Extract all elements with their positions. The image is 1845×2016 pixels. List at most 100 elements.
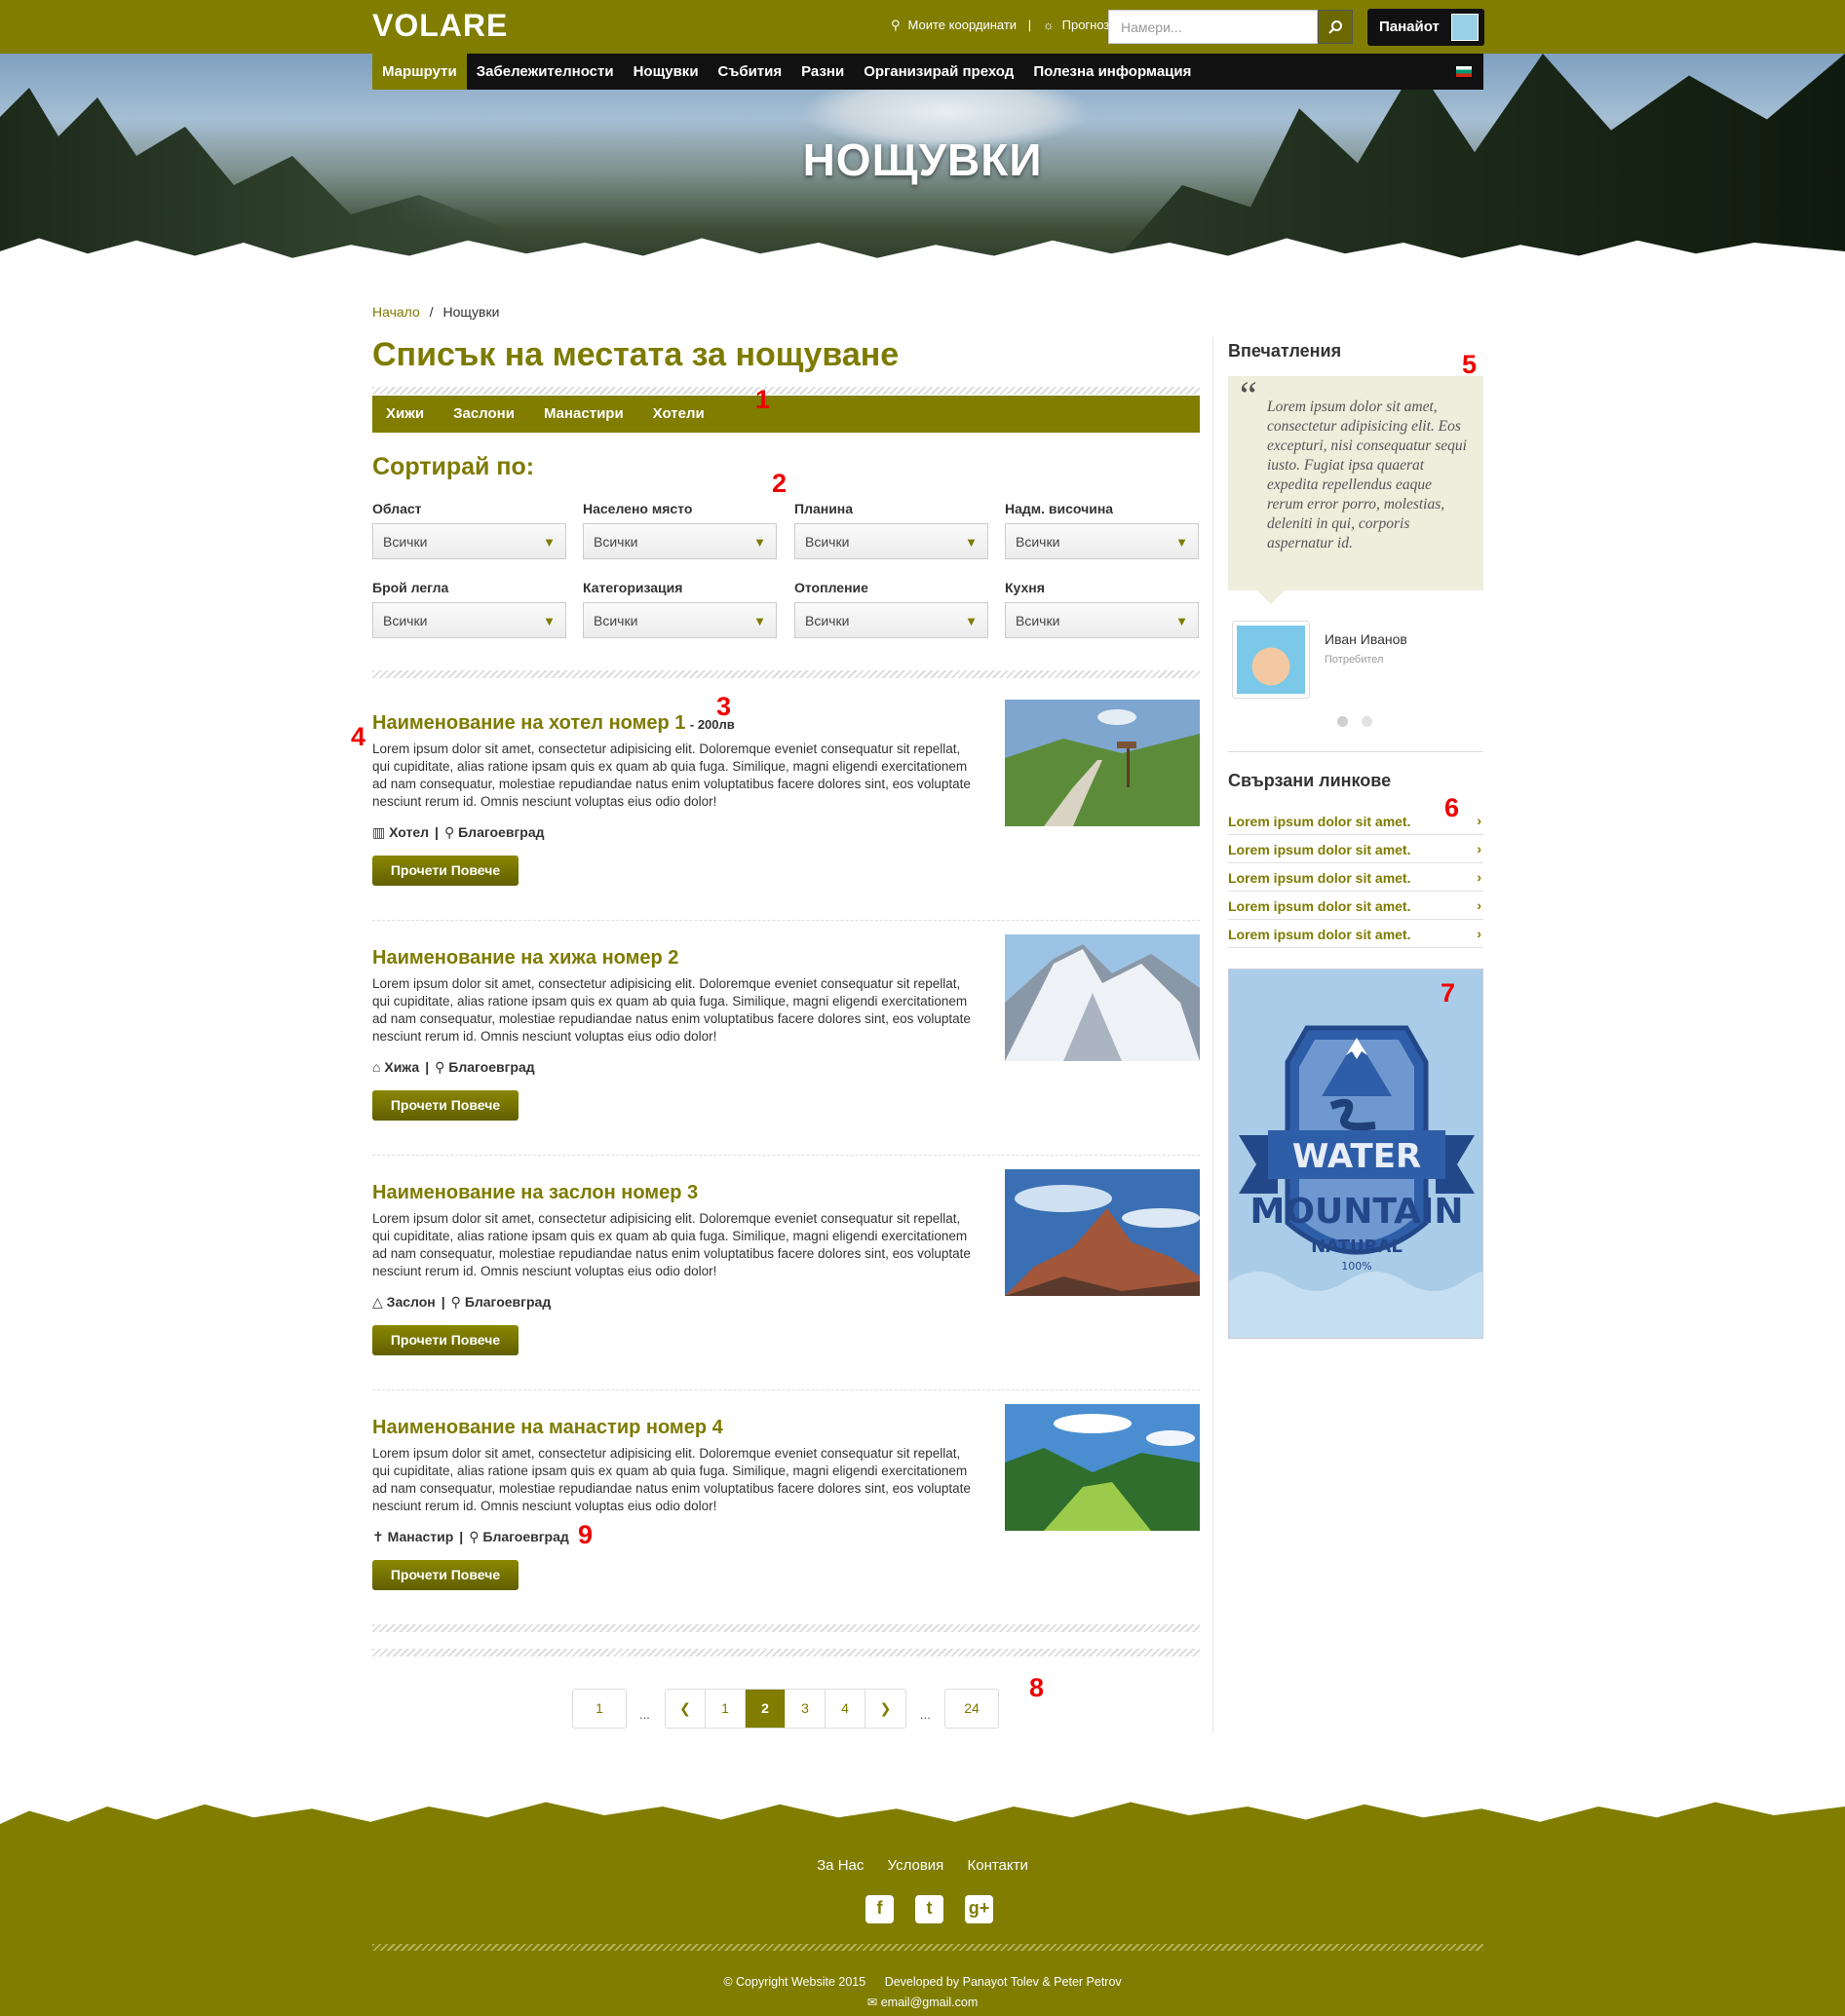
filter-value: Всички <box>594 613 638 628</box>
listing-title[interactable]: Наименование на манастир номер 4 <box>372 1417 723 1438</box>
related-link[interactable]: Lorem ipsum dolor sit amet. › <box>1228 920 1483 948</box>
pagination-last[interactable]: 24 <box>944 1689 999 1729</box>
listing-title[interactable]: Наименование на хотел номер 1 <box>372 712 685 734</box>
chevron-right-icon: › <box>1477 813 1481 828</box>
breadcrumb: Начало / Нощувки <box>372 304 499 320</box>
annotation-number: 2 <box>772 469 788 498</box>
nav-item-sights[interactable]: Забележителности <box>467 54 624 90</box>
main-nav: Маршрути Забележителности Нощувки Събити… <box>372 54 1483 90</box>
page-last[interactable]: 24 <box>945 1690 998 1728</box>
page-number[interactable]: 4 <box>826 1690 865 1728</box>
listing-thumbnail[interactable] <box>1005 1404 1200 1531</box>
pagination: ❮ 1 2 3 4 ❯ <box>665 1689 906 1729</box>
tent-icon: △ <box>372 1294 383 1310</box>
map-pin-icon: ⚲ <box>450 1294 461 1310</box>
filter-label: Брой легла <box>372 580 449 595</box>
tab-hotels[interactable]: Хотели <box>653 396 719 433</box>
tab-shelters[interactable]: Заслони <box>453 396 529 433</box>
related-links-list: Lorem ipsum dolor sit amet. › Lorem ipsum… <box>1228 807 1483 948</box>
listing-location: Благоевград <box>482 1529 569 1544</box>
twitter-icon[interactable]: t <box>915 1895 943 1923</box>
next-page-button[interactable]: ❯ <box>865 1690 905 1728</box>
footer-links: За Нас Условия Контакти <box>0 1857 1845 1874</box>
top-bar: VOLARE ⚲ Моите координати | ☼ Прогноза Нам… <box>0 0 1845 54</box>
testimonial-author: Иван Иванов <box>1325 631 1407 647</box>
related-link[interactable]: Lorem ipsum dolor sit amet. › <box>1228 892 1483 920</box>
link-label: Lorem ipsum dolor sit amet. <box>1228 898 1411 914</box>
google-plus-icon[interactable]: g+ <box>965 1895 993 1923</box>
page-number[interactable]: 3 <box>786 1690 826 1728</box>
site-logo[interactable]: VOLARE <box>372 8 508 44</box>
email-link[interactable]: email@gmail.com <box>881 1996 979 2009</box>
listing-thumbnail[interactable] <box>1005 1169 1200 1296</box>
facebook-icon[interactable]: f <box>865 1895 894 1923</box>
filter-select[interactable]: Всички ▼ <box>372 602 566 638</box>
related-link[interactable]: Lorem ipsum dolor sit amet. › <box>1228 835 1483 863</box>
footer-link-about[interactable]: За Нас <box>817 1857 864 1874</box>
divider <box>372 670 1200 678</box>
my-coordinates-link[interactable]: Моите координати <box>908 18 1018 32</box>
testimonial-quote: “ Lorem ipsum dolor sit amet, consectetu… <box>1228 376 1483 590</box>
page-title: Списък на местата за нощуване <box>372 336 900 373</box>
filter-kitchen: Кухня Всички ▼ <box>1005 580 1199 638</box>
carousel-dot[interactable] <box>1362 716 1372 727</box>
filter-select[interactable]: Всички ▼ <box>1005 602 1199 638</box>
filter-select[interactable]: Всички ▼ <box>583 523 777 559</box>
nav-item-lodging[interactable]: Нощувки <box>624 54 709 90</box>
breadcrumb-home-link[interactable]: Начало <box>372 304 420 320</box>
nav-item-useful-info[interactable]: Полезна информация <box>1023 54 1201 90</box>
nav-item-events[interactable]: Събития <box>709 54 792 90</box>
ad-text-percent: 100% <box>1341 1260 1371 1273</box>
filter-select[interactable]: Всички ▼ <box>794 523 988 559</box>
listing-title[interactable]: Наименование на хижа номер 2 <box>372 947 678 969</box>
listing-title[interactable]: Наименование на заслон номер 3 <box>372 1182 698 1203</box>
page-first[interactable]: 1 <box>573 1690 626 1728</box>
listing-item: Наименование на хотел номер 1 - 200лв Lo… <box>372 700 1200 886</box>
search-input[interactable]: Намери... <box>1108 10 1318 44</box>
testimonial-role: Потребител <box>1325 654 1384 666</box>
annotation-number: 6 <box>1444 793 1460 822</box>
filter-region: Област Всички ▼ <box>372 501 566 559</box>
pagination-first[interactable]: 1 <box>572 1689 627 1729</box>
footer-link-terms[interactable]: Условия <box>888 1857 944 1874</box>
advertisement-banner[interactable]: WATER MOUNTAIN NATURAL 100% <box>1228 969 1483 1339</box>
filter-label: Планина <box>794 501 854 516</box>
filter-select[interactable]: Всички ▼ <box>372 523 566 559</box>
home-icon: ⌂ <box>372 1059 381 1075</box>
nav-item-misc[interactable]: Разни <box>791 54 854 90</box>
filter-select[interactable]: Всички ▼ <box>794 602 988 638</box>
carousel-dot[interactable] <box>1337 716 1348 727</box>
read-more-button[interactable]: Прочети Повече <box>372 1325 519 1355</box>
filter-select[interactable]: Всички ▼ <box>1005 523 1199 559</box>
search-button[interactable] <box>1318 10 1353 44</box>
listing-description: Lorem ipsum dolor sit amet, consectetur … <box>372 1446 971 1513</box>
user-menu-button[interactable]: Панайот <box>1367 9 1484 46</box>
filter-label: Кухня <box>1005 580 1045 595</box>
nav-item-organize-hike[interactable]: Организирай преход <box>854 54 1023 90</box>
bulgarian-flag-icon[interactable] <box>1456 66 1472 77</box>
testimonials-title: Впечатления <box>1228 341 1342 361</box>
related-link[interactable]: Lorem ipsum dolor sit amet. › <box>1228 863 1483 892</box>
filter-select[interactable]: Всички ▼ <box>583 602 777 638</box>
footer-link-contacts[interactable]: Контакти <box>967 1857 1027 1874</box>
link-label: Lorem ipsum dolor sit amet. <box>1228 927 1411 942</box>
nav-item-routes[interactable]: Маршрути <box>372 54 467 90</box>
listing-meta: ✝ Манастир | ⚲ Благоевград <box>372 1529 569 1544</box>
annotation-number: 5 <box>1462 350 1478 379</box>
caret-down-icon: ▼ <box>543 614 556 628</box>
tab-monasteries[interactable]: Манастири <box>544 396 638 433</box>
prev-page-button[interactable]: ❮ <box>666 1690 706 1728</box>
read-more-button[interactable]: Прочети Повече <box>372 1090 519 1121</box>
page-number-active[interactable]: 2 <box>746 1690 786 1728</box>
map-pin-icon: ⚲ <box>435 1059 445 1075</box>
chevron-right-icon: › <box>1477 897 1481 913</box>
filter-value: Всички <box>805 613 850 628</box>
listing-meta: △ Заслон | ⚲ Благоевград <box>372 1294 552 1310</box>
listing-thumbnail[interactable] <box>1005 934 1200 1061</box>
listing-thumbnail[interactable] <box>1005 700 1200 826</box>
read-more-button[interactable]: Прочети Повече <box>372 1560 519 1590</box>
read-more-button[interactable]: Прочети Повече <box>372 856 519 886</box>
annotation-number: 9 <box>578 1520 594 1549</box>
tab-huts[interactable]: Хижи <box>386 396 439 433</box>
page-number[interactable]: 1 <box>706 1690 746 1728</box>
